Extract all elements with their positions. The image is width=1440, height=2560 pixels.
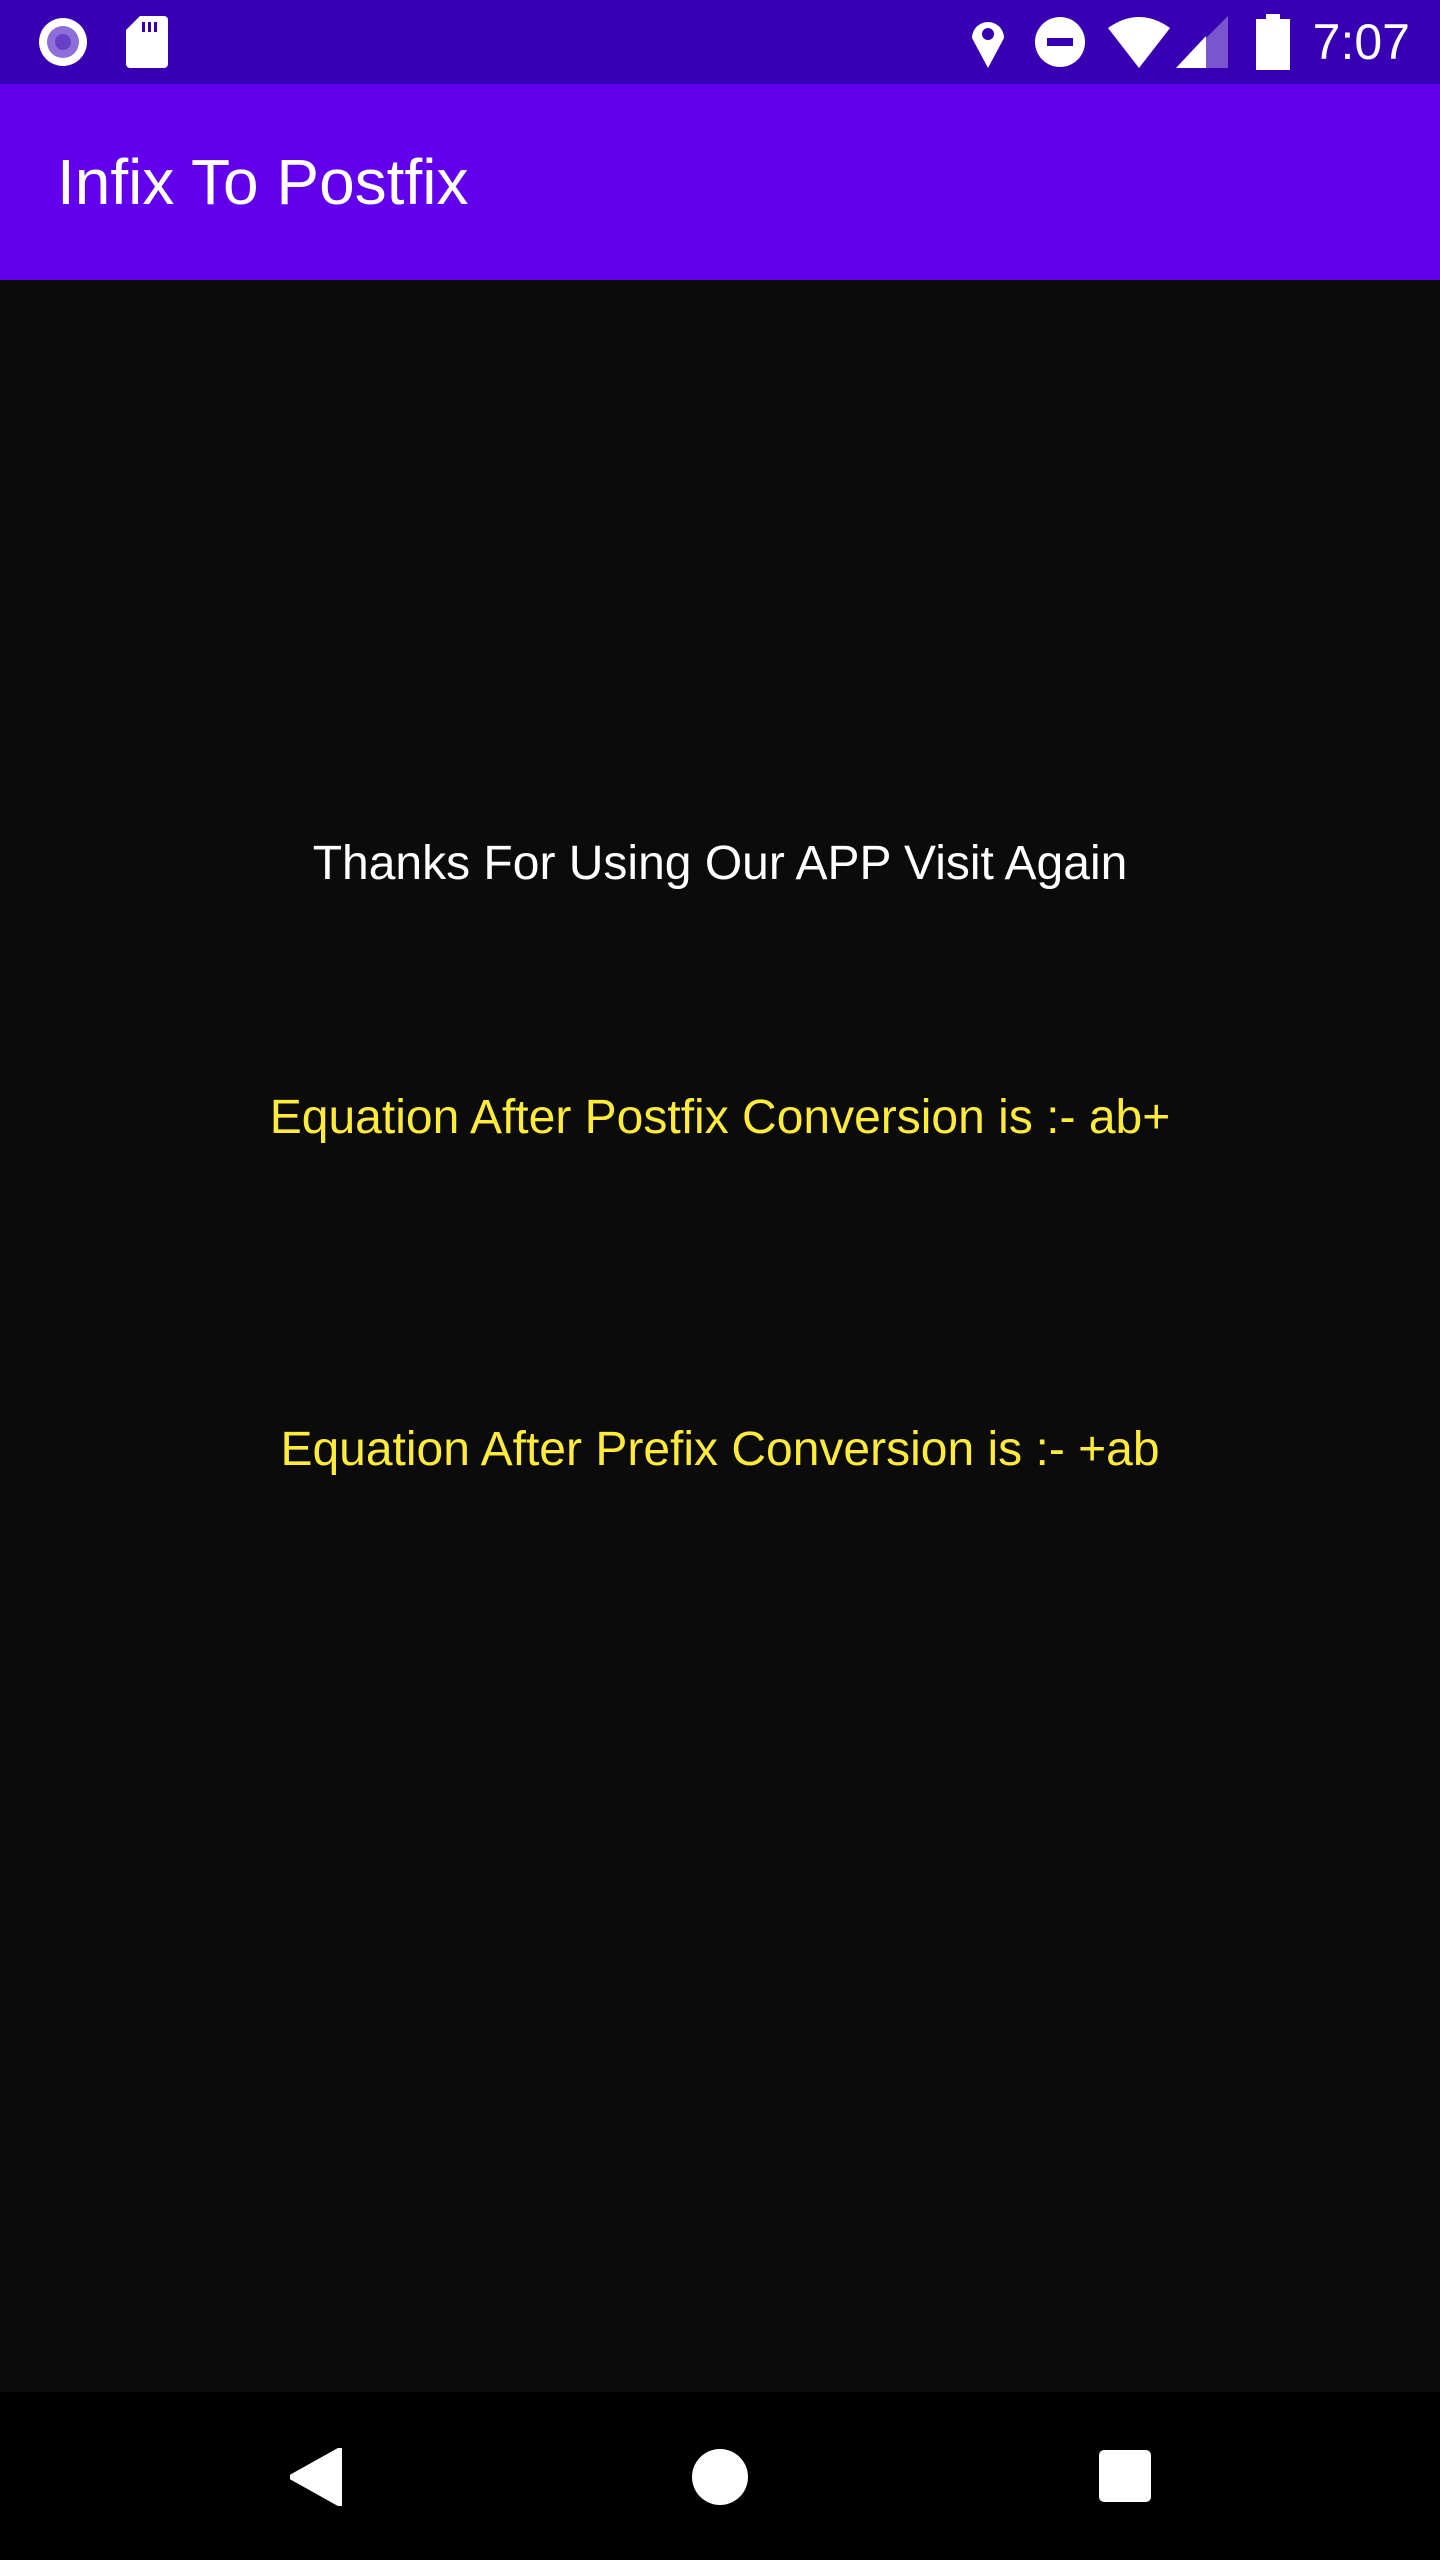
postfix-result: Equation After Postfix Conversion is :- … (269, 1091, 1171, 1144)
wifi-icon (1108, 17, 1170, 68)
radio-record-icon (39, 18, 87, 66)
clock: 7:07 (1312, 14, 1410, 70)
do-not-disturb-icon (1035, 17, 1085, 67)
location-icon (972, 22, 1004, 68)
navigation-bar (0, 2392, 1440, 2560)
thanks-message: Thanks For Using Our APP Visit Again (312, 837, 1128, 890)
page-title: Infix To Postfix (57, 146, 469, 218)
battery-icon (1256, 14, 1290, 70)
back-icon[interactable] (290, 2448, 342, 2506)
status-bar: 7:07 (0, 0, 1440, 84)
sd-card-icon (126, 16, 168, 68)
home-icon[interactable] (691, 2448, 749, 2506)
recents-icon[interactable] (1099, 2450, 1151, 2502)
app-bar: Infix To Postfix (0, 84, 1440, 280)
signal-icon (1176, 16, 1228, 68)
prefix-result: Equation After Prefix Conversion is :- +… (280, 1423, 1160, 1476)
